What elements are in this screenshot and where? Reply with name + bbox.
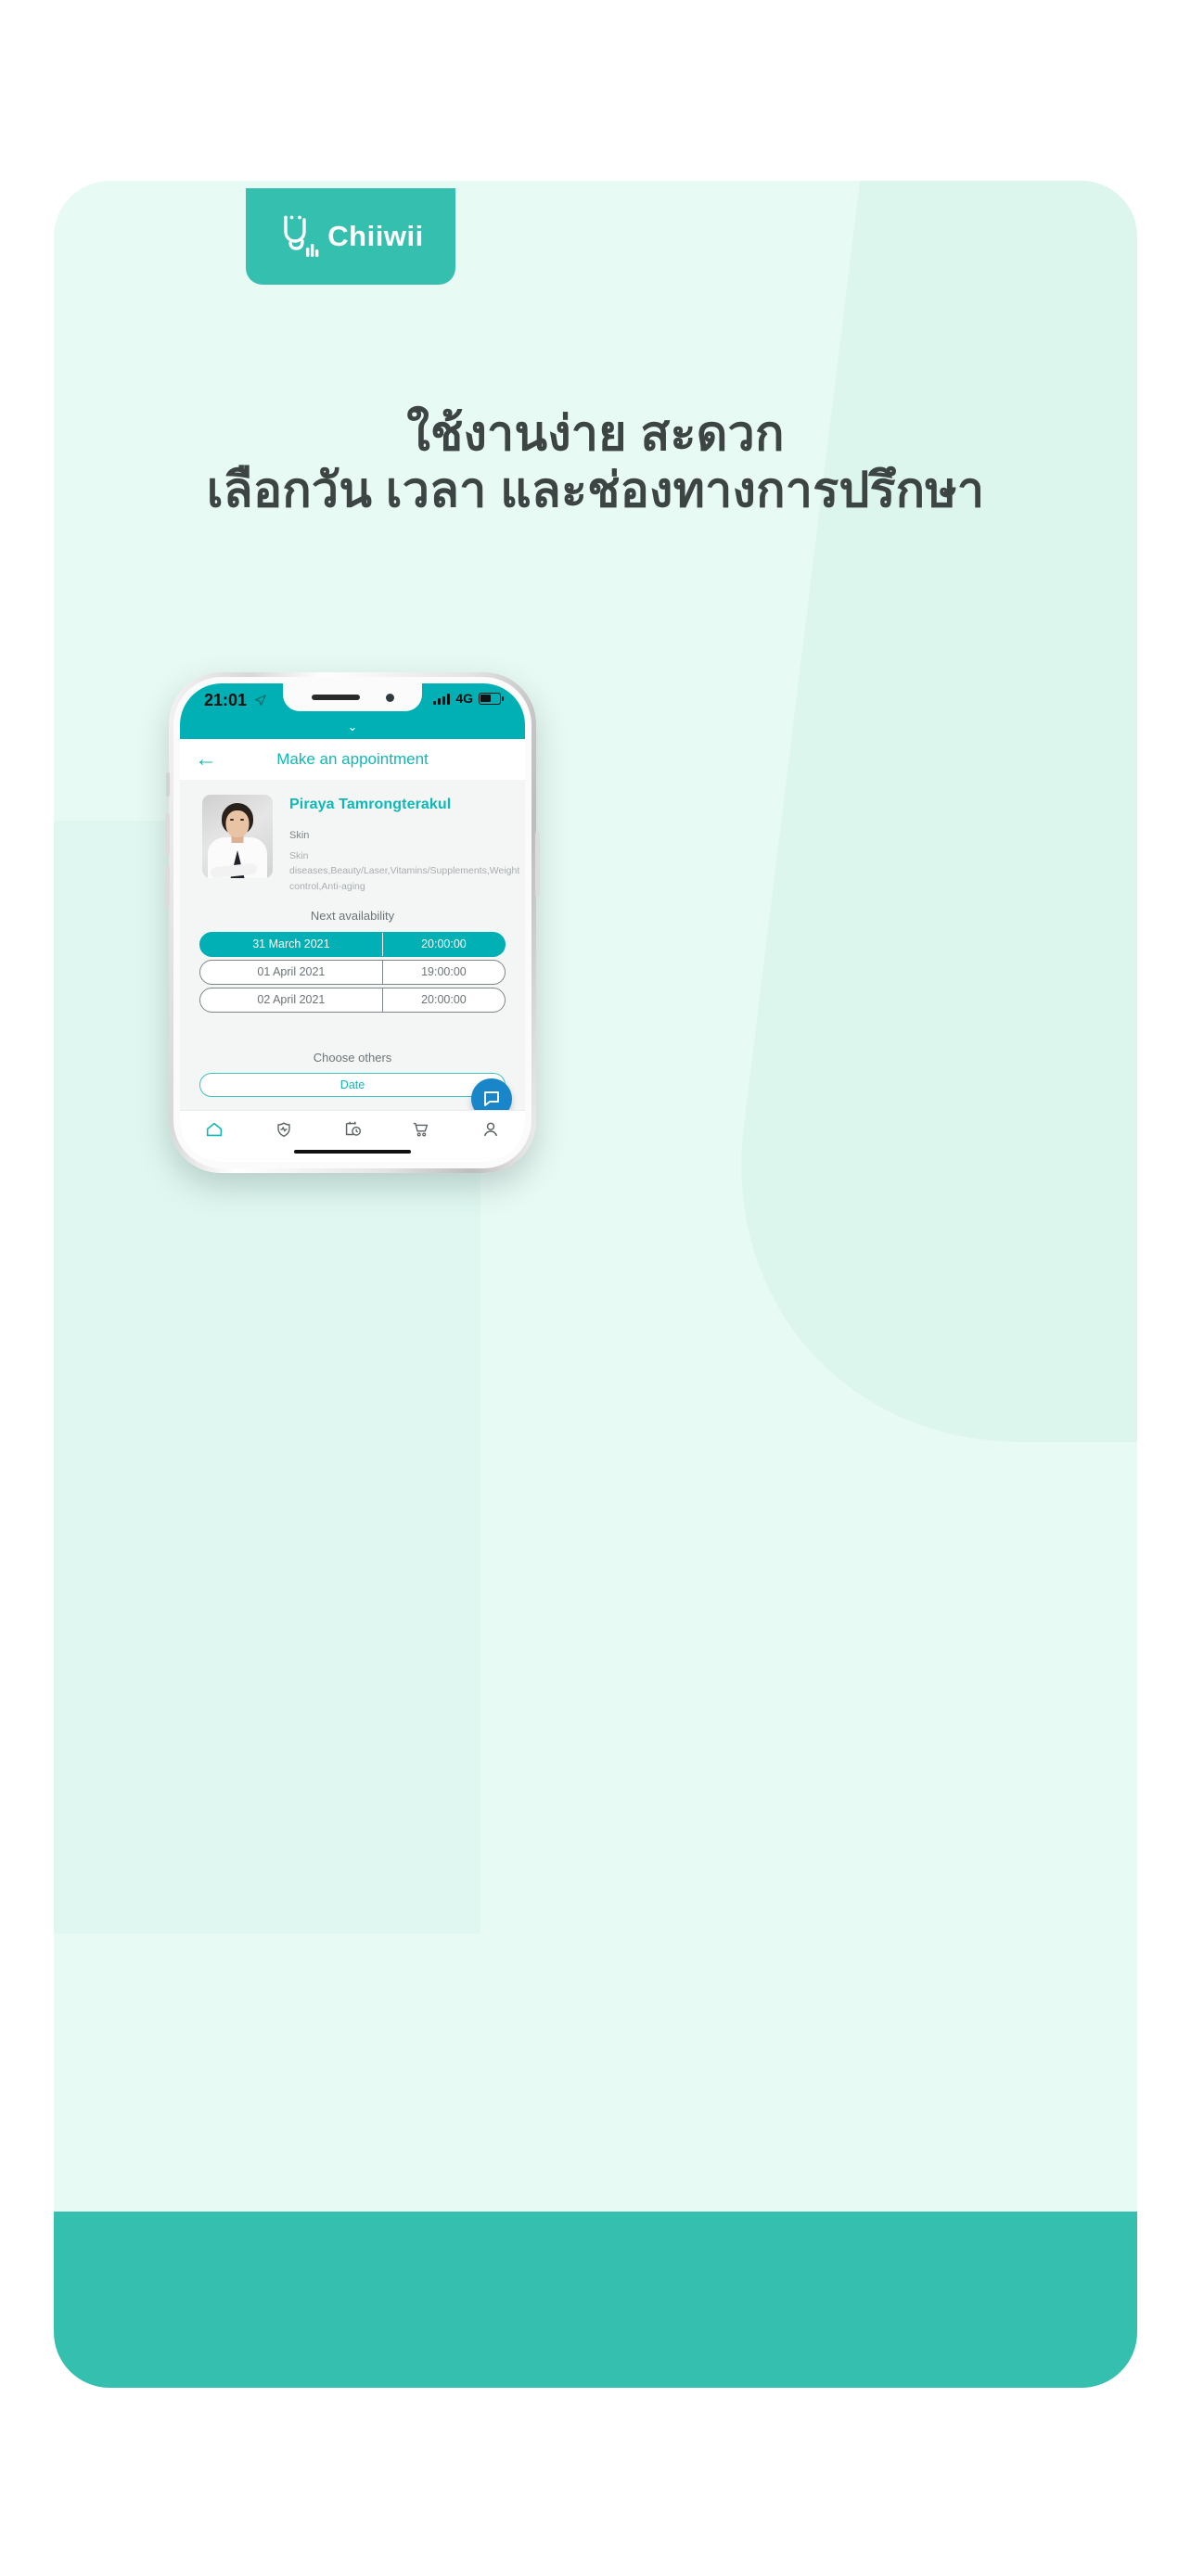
back-arrow-icon[interactable]: ← xyxy=(195,748,217,771)
availability-time: 20:00:00 xyxy=(421,993,467,1007)
doctor-specialties: Skin diseases,Beauty/Laser,Vitamins/Supp… xyxy=(289,850,520,892)
brand-name: Chiiwii xyxy=(327,220,424,252)
availability-date: 01 April 2021 xyxy=(200,960,383,984)
background-shape-right xyxy=(705,181,1137,1442)
heart-shield-icon xyxy=(276,1122,290,1138)
signal-bars-icon xyxy=(433,693,451,705)
pull-down-strip: ⌄ xyxy=(180,721,525,739)
phone-mockup: 21:01 4G ⌄ ← Make an appointment Piraya … xyxy=(165,672,540,1173)
power-button xyxy=(535,832,540,897)
calendar-clock-icon xyxy=(345,1121,361,1136)
sidebar-item-health[interactable] xyxy=(262,1119,306,1140)
sidebar-item-profile[interactable] xyxy=(468,1119,513,1140)
home-indicator xyxy=(294,1149,411,1154)
volume-up-button xyxy=(165,813,170,856)
status-bar-right: 4G xyxy=(433,691,504,706)
page-title: ใช้งานง่าย สะดวก เลือกวัน เวลา และช่องทา… xyxy=(0,406,1191,520)
battery-icon xyxy=(479,692,504,705)
person-icon xyxy=(483,1122,497,1137)
sidebar-item-appointments[interactable] xyxy=(330,1119,375,1140)
status-time: 21:01 xyxy=(204,691,248,709)
sidebar-item-cart[interactable] xyxy=(399,1119,443,1140)
chevron-down-icon: ⌄ xyxy=(347,720,358,733)
network-label: 4G xyxy=(455,691,473,706)
availability-table: 31 March 2021 20:00:00 01 April 2021 19:… xyxy=(199,931,506,1013)
background-footer-band xyxy=(54,2212,1137,2388)
availability-time: 20:00:00 xyxy=(421,937,467,951)
app-title: Make an appointment xyxy=(276,750,429,768)
phone-screen: 21:01 4G ⌄ ← Make an appointment Piraya … xyxy=(180,683,525,1162)
availability-date: 31 March 2021 xyxy=(200,932,383,956)
stethoscope-icon xyxy=(284,215,319,257)
bottom-navigation xyxy=(180,1110,525,1162)
availability-time: 19:00:00 xyxy=(421,965,467,979)
doctor-card[interactable]: Piraya Tamrongterakul Skin Skin diseases… xyxy=(180,780,525,894)
table-row[interactable]: 01 April 2021 19:00:00 xyxy=(199,959,506,985)
home-icon xyxy=(207,1122,223,1137)
app-content: Piraya Tamrongterakul Skin Skin diseases… xyxy=(180,780,525,1162)
earpiece-speaker xyxy=(311,695,360,700)
phone-notch xyxy=(283,683,422,711)
choose-others-label: Choose others xyxy=(313,1050,392,1065)
next-availability-label: Next availability xyxy=(310,908,395,923)
shopping-cart-icon xyxy=(414,1122,429,1137)
date-picker-label: Date xyxy=(339,1078,365,1091)
promo-slide: Chiiwii ใช้งานง่าย สะดวก เลือกวัน เวลา แ… xyxy=(0,0,1191,2576)
app-header: ← Make an appointment xyxy=(180,739,525,780)
status-bar-left: 21:01 xyxy=(204,691,267,710)
doctor-photo xyxy=(202,795,273,878)
sidebar-item-home[interactable] xyxy=(192,1119,237,1140)
front-camera xyxy=(385,693,394,702)
availability-date: 02 April 2021 xyxy=(200,988,383,1012)
location-arrow-icon xyxy=(254,695,266,707)
brand-logo: Chiiwii xyxy=(246,188,455,285)
doctor-field: Skin xyxy=(289,830,310,841)
chat-bubble-icon xyxy=(484,1091,499,1106)
table-row[interactable]: 31 March 2021 20:00:00 xyxy=(199,931,506,957)
headline-line-1: ใช้งานง่าย สะดวก xyxy=(406,407,785,461)
headline-line-2: เลือกวัน เวลา และช่องทางการปรึกษา xyxy=(206,464,985,518)
table-row[interactable]: 02 April 2021 20:00:00 xyxy=(199,987,506,1013)
silent-switch xyxy=(166,772,170,797)
doctor-name: Piraya Tamrongterakul xyxy=(289,797,452,812)
volume-down-button xyxy=(165,865,170,908)
date-picker-button[interactable]: Date › xyxy=(199,1072,506,1097)
doctor-info: Piraya Tamrongterakul Skin Skin diseases… xyxy=(289,795,519,894)
